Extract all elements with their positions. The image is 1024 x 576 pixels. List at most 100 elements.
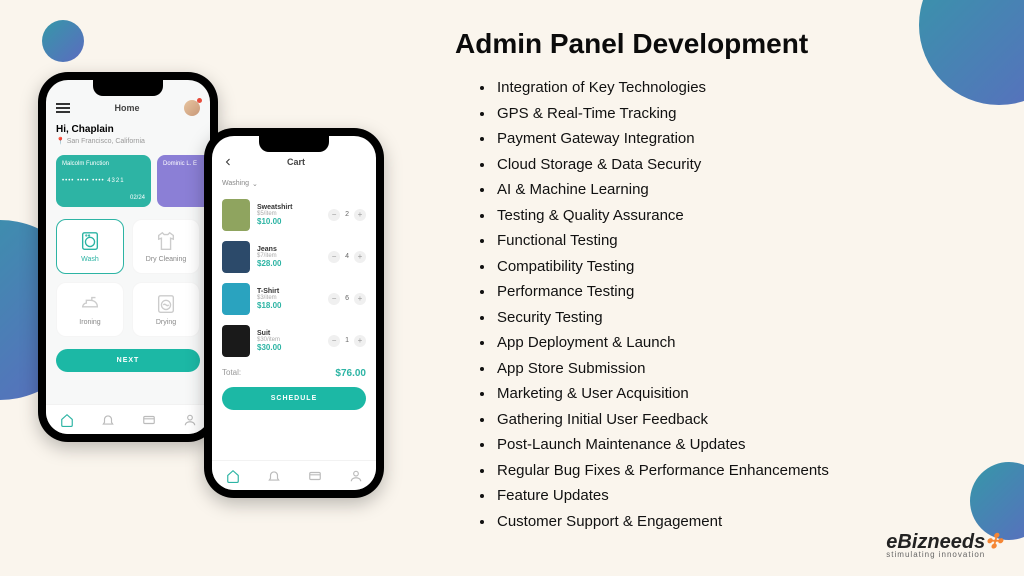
- screen-title: Cart: [242, 157, 366, 167]
- cart-row: Suit $30/item $30.00 − 1 +: [212, 320, 376, 362]
- list-item: Gathering Initial User Feedback: [495, 407, 829, 433]
- list-item: Performance Testing: [495, 279, 829, 305]
- item-name: Sweatshirt: [257, 204, 321, 211]
- home-icon[interactable]: [226, 469, 240, 483]
- plus-button[interactable]: +: [354, 209, 366, 221]
- item-name: Suit: [257, 330, 321, 337]
- card-icon[interactable]: [142, 413, 156, 427]
- card-icon[interactable]: [308, 469, 322, 483]
- card-expiry: 02/24: [62, 195, 145, 201]
- next-button[interactable]: NEXT: [56, 349, 200, 372]
- location-text: 📍San Francisco, California: [46, 137, 210, 151]
- qty-stepper: − 4 +: [328, 251, 366, 263]
- minus-button[interactable]: −: [328, 251, 340, 263]
- schedule-button[interactable]: SCHEDULE: [222, 387, 366, 410]
- list-item: Payment Gateway Integration: [495, 126, 829, 152]
- plus-button[interactable]: +: [354, 335, 366, 347]
- iron-icon: [79, 293, 101, 315]
- item-total-price: $30.00: [257, 343, 321, 352]
- minus-button[interactable]: −: [328, 209, 340, 221]
- bell-icon[interactable]: [101, 413, 115, 427]
- tab-bar: [212, 460, 376, 490]
- phone-mock-cart: Cart Washing Sweatshirt $5/item $10.00 −…: [204, 128, 384, 498]
- phone-notch: [93, 80, 163, 96]
- list-item: Integration of Key Technologies: [495, 75, 829, 101]
- qty-stepper: − 1 +: [328, 335, 366, 347]
- item-total-price: $10.00: [257, 217, 321, 226]
- item-thumb: [222, 241, 250, 273]
- list-item: GPS & Real-Time Tracking: [495, 101, 829, 127]
- minus-button[interactable]: −: [328, 293, 340, 305]
- list-item: Regular Bug Fixes & Performance Enhancem…: [495, 458, 829, 484]
- service-label: Ironing: [79, 319, 100, 326]
- service-wash[interactable]: Wash: [56, 219, 124, 274]
- qty-value: 1: [345, 337, 349, 344]
- list-item: Functional Testing: [495, 228, 829, 254]
- avatar[interactable]: [184, 100, 200, 116]
- item-name: T-Shirt: [257, 288, 321, 295]
- qty-stepper: − 2 +: [328, 209, 366, 221]
- pin-icon: 📍: [56, 137, 65, 145]
- total-amount: $76.00: [335, 368, 366, 379]
- cart-row: Jeans $7/item $28.00 − 4 +: [212, 236, 376, 278]
- cart-row: T-Shirt $3/item $18.00 − 6 +: [212, 278, 376, 320]
- service-label: Dry Cleaning: [146, 256, 186, 263]
- total-label: Total:: [222, 368, 241, 379]
- service-drying[interactable]: Drying: [132, 282, 200, 337]
- list-item: Security Testing: [495, 305, 829, 331]
- list-item: AI & Machine Learning: [495, 177, 829, 203]
- qty-value: 6: [345, 295, 349, 302]
- service-drycleaning[interactable]: Dry Cleaning: [132, 219, 200, 274]
- item-thumb: [222, 283, 250, 315]
- back-icon[interactable]: [222, 156, 234, 168]
- user-icon[interactable]: [349, 469, 363, 483]
- qty-value: 2: [345, 211, 349, 218]
- qty-stepper: − 6 +: [328, 293, 366, 305]
- list-item: App Store Submission: [495, 356, 829, 382]
- payment-card[interactable]: Dominic L. E: [157, 155, 210, 207]
- list-item: Post-Launch Maintenance & Updates: [495, 432, 829, 458]
- tab-bar: [46, 404, 210, 434]
- service-ironing[interactable]: Ironing: [56, 282, 124, 337]
- item-name: Jeans: [257, 246, 321, 253]
- list-item: Cloud Storage & Data Security: [495, 152, 829, 178]
- bell-icon[interactable]: [267, 469, 281, 483]
- list-item: Feature Updates: [495, 483, 829, 509]
- list-item: App Deployment & Launch: [495, 330, 829, 356]
- list-item: Testing & Quality Assurance: [495, 203, 829, 229]
- service-label: Drying: [156, 319, 176, 326]
- hamburger-icon[interactable]: [56, 103, 70, 113]
- card-holder: Dominic L. E: [163, 161, 210, 167]
- shirt-icon: [155, 230, 177, 252]
- deco-circle: [919, 0, 1024, 105]
- screen-title: Home: [114, 103, 139, 113]
- item-thumb: [222, 325, 250, 357]
- card-holder: Malcolm Function: [62, 161, 145, 167]
- dryer-icon: [155, 293, 177, 315]
- deco-circle: [42, 20, 84, 62]
- feature-list: Integration of Key Technologies GPS & Re…: [495, 75, 829, 534]
- user-icon[interactable]: [183, 413, 197, 427]
- home-icon[interactable]: [60, 413, 74, 427]
- list-item: Marketing & User Acquisition: [495, 381, 829, 407]
- service-label: Wash: [81, 256, 99, 263]
- item-total-price: $28.00: [257, 259, 321, 268]
- phone-mock-home: Home Hi, Chaplain 📍San Francisco, Califo…: [38, 72, 218, 442]
- greeting-text: Hi, Chaplain: [46, 120, 210, 137]
- brand-tagline: stimulating innovation: [886, 551, 1002, 558]
- brand-logo: eBizneeds✣ stimulating innovation: [886, 533, 1002, 558]
- minus-button[interactable]: −: [328, 335, 340, 347]
- phone-notch: [259, 136, 329, 152]
- item-total-price: $18.00: [257, 301, 321, 310]
- qty-value: 4: [345, 253, 349, 260]
- list-item: Customer Support & Engagement: [495, 509, 829, 535]
- filter-chip[interactable]: Washing: [222, 180, 258, 188]
- plus-button[interactable]: +: [354, 293, 366, 305]
- cart-row: Sweatshirt $5/item $10.00 − 2 +: [212, 194, 376, 236]
- list-item: Compatibility Testing: [495, 254, 829, 280]
- card-number: •••• •••• •••• 4321: [62, 178, 145, 184]
- plus-button[interactable]: +: [354, 251, 366, 263]
- page-title: Admin Panel Development: [455, 28, 808, 60]
- washer-icon: [79, 230, 101, 252]
- payment-card[interactable]: Malcolm Function •••• •••• •••• 4321 02/…: [56, 155, 151, 207]
